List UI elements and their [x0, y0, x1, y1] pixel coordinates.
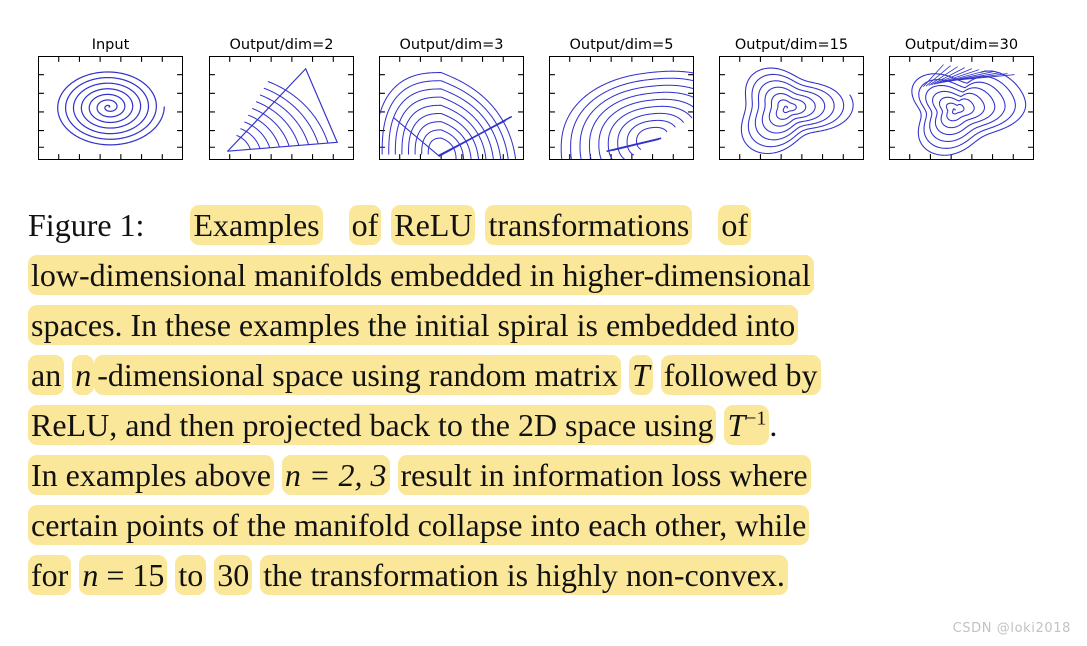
caption-word-transformations: transformations	[485, 205, 693, 245]
caption-figure-label: Figure 1:	[28, 207, 145, 243]
panel-title-dim3: Output/dim=3	[399, 37, 504, 53]
spiral-curve-dim5	[560, 70, 693, 159]
caption-word-examples: Examples	[190, 205, 323, 245]
caption-line-4: an n -dimensional space using random matr…	[28, 350, 1062, 400]
caption-line-8-a: for	[28, 555, 72, 595]
caption-line-6-a: In examples above	[28, 455, 274, 495]
caption-line-2: low-dimensional manifolds embedded in hi…	[28, 250, 1062, 300]
caption-math-T-exponent: −1	[745, 407, 767, 430]
plot-dim15	[720, 57, 863, 159]
caption-line-2-text: low-dimensional manifolds embedded in hi…	[28, 255, 814, 295]
plot-dim3	[380, 57, 523, 159]
panel-title-input: Input	[91, 37, 130, 53]
caption-math-T-1: T	[628, 355, 653, 395]
caption-math-T-2: T	[727, 407, 746, 443]
caption-line-7: certain points of the manifold collapse …	[28, 500, 1062, 550]
plot-dim5	[550, 57, 693, 159]
caption-line-5-b: .	[769, 407, 778, 443]
panel-axes-dim30	[889, 56, 1034, 160]
caption-math-30: 30	[214, 555, 253, 595]
figure-caption: Figure 1: Examples of ReLU transformations of…	[28, 200, 1062, 600]
caption-math-T-inverse: T−1	[724, 405, 770, 445]
caption-line-1: Figure 1: Examples of ReLU transformations of	[28, 200, 1062, 250]
panel-title-dim15: Output/dim=15	[734, 37, 849, 53]
plot-dim30	[890, 57, 1033, 159]
caption-line-5: ReLU, and then projected back to the 2D …	[28, 400, 1062, 450]
caption-math-eq-15: = 15	[106, 557, 165, 593]
axis-ticks-dim2	[210, 57, 353, 159]
caption-line-4-b: -dimensional space using random matrix	[94, 355, 621, 395]
spiral-curve-dim2	[227, 67, 338, 152]
caption-line-3-text: spaces. In these examples the initial sp…	[28, 305, 799, 345]
caption-line-8-b: the transformation is highly non-convex.	[260, 555, 788, 595]
plot-input	[39, 57, 182, 159]
caption-word-relu: ReLU	[391, 205, 476, 245]
spiral-curve-dim30	[911, 64, 1027, 156]
caption-math-n-2: n	[82, 557, 99, 593]
panel-axes-dim3	[379, 56, 524, 160]
csdn-watermark: CSDN @loki2018	[952, 621, 1071, 636]
caption-line-4-a: an	[28, 355, 65, 395]
caption-line-7-text: certain points of the manifold collapse …	[28, 505, 810, 545]
spiral-curve-dim3	[380, 72, 517, 159]
caption-line-6-b: result in information loss where	[397, 455, 811, 495]
spiral-curve-input	[57, 71, 165, 146]
caption-word-to: to	[175, 555, 207, 595]
caption-line-6: In examples above n = 2, 3 result in inf…	[28, 450, 1062, 500]
panel-axes-input	[38, 56, 183, 160]
plot-dim2	[210, 57, 353, 159]
caption-math-n-1: n	[72, 355, 95, 395]
caption-line-3: spaces. In these examples the initial sp…	[28, 300, 1062, 350]
caption-math-n-equals-15: n = 15	[79, 555, 168, 595]
caption-line-4-c: followed by	[660, 355, 821, 395]
caption-word-of-2: of	[718, 205, 751, 245]
panel-title-dim5: Output/dim=5	[569, 37, 674, 53]
panel-axes-dim5	[549, 56, 694, 160]
caption-math-n-equals-2-3: n = 2, 3	[281, 455, 390, 495]
axis-ticks-dim15	[720, 57, 863, 159]
panel-axes-dim2	[209, 56, 354, 160]
panel-title-dim2: Output/dim=2	[229, 37, 334, 53]
spiral-curve-dim15	[740, 67, 854, 155]
panel-title-dim30: Output/dim=30	[904, 37, 1019, 53]
panel-axes-dim15	[719, 56, 864, 160]
caption-line-8: for n = 15 to 30 the transformation is h…	[28, 550, 1062, 600]
caption-line-5-a: ReLU, and then projected back to the 2D …	[28, 405, 717, 445]
axis-ticks-dim30	[890, 57, 1033, 159]
caption-word-of: of	[348, 205, 382, 245]
figure-panel-strip: Input Output/dim=2 Output/dim=3 Output/d…	[0, 0, 1087, 178]
axis-ticks-dim3	[380, 57, 523, 159]
